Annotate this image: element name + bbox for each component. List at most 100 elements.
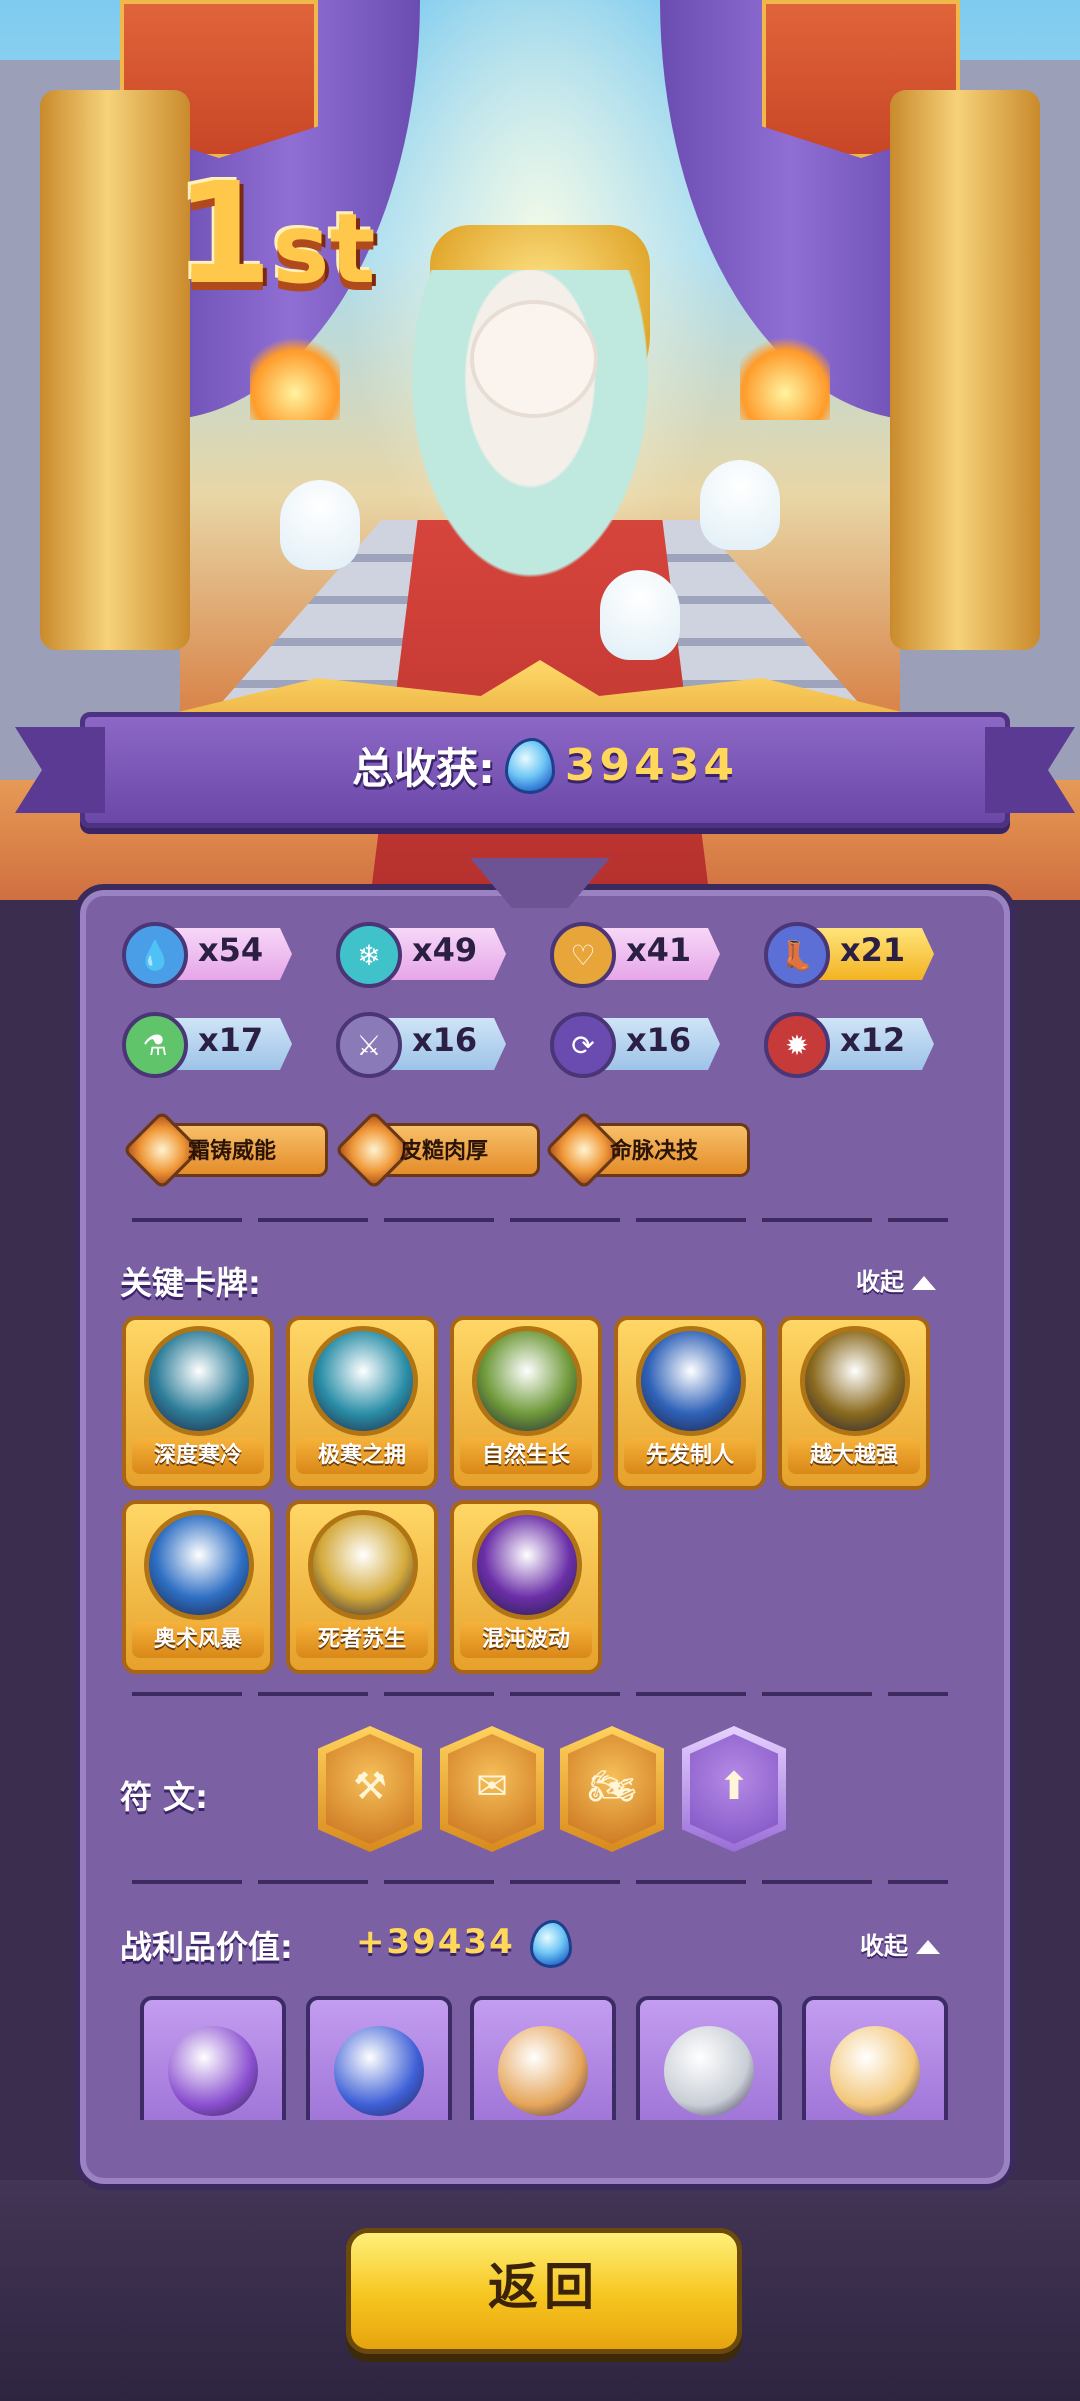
skill-label: 霜铸威能 <box>188 1139 277 1164</box>
resource-count: x17 <box>198 1021 264 1059</box>
key-card[interactable]: 死者苏生 <box>286 1500 438 1674</box>
key-card[interactable]: 越大越强 <box>778 1316 930 1490</box>
card-name: 混沌波动 <box>460 1622 592 1658</box>
thermometer-icon <box>144 1326 254 1436</box>
bull-icon <box>800 1326 910 1436</box>
resource-badge: ♡ x41 <box>550 922 720 988</box>
vine-icon <box>472 1326 582 1436</box>
boot-icon: 👢 <box>764 922 830 988</box>
key-card[interactable]: 自然生长 <box>450 1316 602 1490</box>
runes-title: 符 文: <box>120 1778 208 1816</box>
resource-badge: 👢 x21 <box>764 922 934 988</box>
anvil-rune-icon: ⚒ <box>352 1764 388 1808</box>
resource-badge: 💧 x54 <box>122 922 292 988</box>
key-card[interactable]: 先发制人 <box>614 1316 766 1490</box>
resource-count: x41 <box>626 931 692 969</box>
resource-badge: ✹ x12 <box>764 1012 934 1078</box>
snowman-left <box>280 480 360 570</box>
golden-pillar-right <box>890 90 1040 650</box>
resource-count: x16 <box>412 1021 478 1059</box>
resource-count: x21 <box>840 931 906 969</box>
gem-icon <box>504 737 555 794</box>
golden-pillar-left <box>40 90 190 650</box>
key-card[interactable]: 奥术风暴 <box>122 1500 274 1674</box>
card-name: 越大越强 <box>788 1438 920 1474</box>
key-card[interactable]: 混沌波动 <box>450 1500 602 1674</box>
divider <box>132 1880 948 1884</box>
winged-heart-icon <box>308 1510 418 1620</box>
loot-value: +39434 <box>356 1922 515 1962</box>
flame-crest-icon: ✹ <box>764 1012 830 1078</box>
loot-item[interactable] <box>470 1996 616 2120</box>
heart-icon: ♡ <box>550 922 616 988</box>
chaos-die-icon <box>472 1510 582 1620</box>
envelope-rune-icon: ✉ <box>476 1764 508 1808</box>
resource-badge: ❄ x49 <box>336 922 506 988</box>
loot-title: 战利品价值: <box>120 1928 293 1966</box>
resource-count: x16 <box>626 1021 692 1059</box>
key-cards-collapse-button[interactable]: 收起 <box>856 1262 936 1297</box>
skill-tag[interactable]: 命脉决技 <box>544 1110 750 1190</box>
divider <box>132 1692 948 1696</box>
card-name: 死者苏生 <box>296 1622 428 1658</box>
skill-tag[interactable]: 霜铸威能 <box>122 1110 328 1190</box>
skill-label: 命脉决技 <box>610 1139 699 1164</box>
loot-item[interactable] <box>306 1996 452 2120</box>
torch-right <box>740 330 830 420</box>
snowflake-icon: ❄ <box>336 922 402 988</box>
key-icon <box>664 2026 754 2116</box>
rune-slot[interactable]: ⬆ <box>682 1726 786 1852</box>
card-name: 自然生长 <box>460 1438 592 1474</box>
motorcycle-rune-icon: 🏍 <box>587 1764 637 1808</box>
hero-face <box>470 300 598 418</box>
total-harvest-ribbon: 总收获: 39434 <box>80 712 1010 828</box>
torch-left <box>250 330 340 420</box>
card-name: 深度寒冷 <box>132 1438 264 1474</box>
key-cards-title: 关键卡牌: <box>120 1264 261 1302</box>
blue-beast-icon <box>636 1326 746 1436</box>
resource-badge: ⚗ x17 <box>122 1012 292 1078</box>
snowman-front <box>600 570 680 660</box>
total-label: 总收获: <box>352 744 495 793</box>
rank-badge: 1st <box>175 165 375 305</box>
chevron-up-icon <box>916 1940 940 1954</box>
potion-icon: ⚗ <box>122 1012 188 1078</box>
loot-item[interactable] <box>802 1996 948 2120</box>
arcane-vortex-icon <box>144 1510 254 1620</box>
resource-badge: ⟳ x16 <box>550 1012 720 1078</box>
rune-slot[interactable]: 🏍 <box>560 1726 664 1852</box>
skill-tag[interactable]: 皮糙肉厚 <box>334 1110 540 1190</box>
return-button[interactable]: 返回 <box>346 2228 742 2354</box>
loot-items <box>86 1996 970 2120</box>
resource-badge: ⚔ x16 <box>336 1012 506 1078</box>
rune-slot[interactable]: ✉ <box>440 1726 544 1852</box>
card-name: 先发制人 <box>624 1438 756 1474</box>
loot-item[interactable] <box>140 1996 286 2120</box>
ice-shield-icon <box>308 1326 418 1436</box>
cycle-icon: ⟳ <box>550 1012 616 1078</box>
loot-item[interactable] <box>636 1996 782 2120</box>
candy-icon <box>168 2026 258 2116</box>
snowman-right <box>700 460 780 550</box>
collapse-label: 收起 <box>856 1268 904 1296</box>
birthday-cake-icon <box>830 2026 920 2116</box>
gem-icon <box>530 1920 572 1968</box>
card-name: 极寒之拥 <box>296 1438 428 1474</box>
key-card[interactable]: 深度寒冷 <box>122 1316 274 1490</box>
divider <box>132 1218 948 1222</box>
rune-slot[interactable]: ⚒ <box>318 1726 422 1852</box>
resource-count: x12 <box>840 1021 906 1059</box>
loot-collapse-button[interactable]: 收起 <box>860 1926 940 1961</box>
water-drop-icon: 💧 <box>122 922 188 988</box>
rank-suffix: st <box>272 193 376 305</box>
key-card[interactable]: 极寒之拥 <box>286 1316 438 1490</box>
teddy-bear-icon <box>498 2026 588 2116</box>
card-name: 奥术风暴 <box>132 1622 264 1658</box>
collapse-label: 收起 <box>860 1932 908 1960</box>
chevron-up-icon <box>912 1276 936 1290</box>
total-value: 39434 <box>564 740 738 791</box>
sapphire-icon <box>334 2026 424 2116</box>
rank-number: 1 <box>175 153 273 316</box>
resource-count: x49 <box>412 931 478 969</box>
skill-label: 皮糙肉厚 <box>400 1139 489 1164</box>
